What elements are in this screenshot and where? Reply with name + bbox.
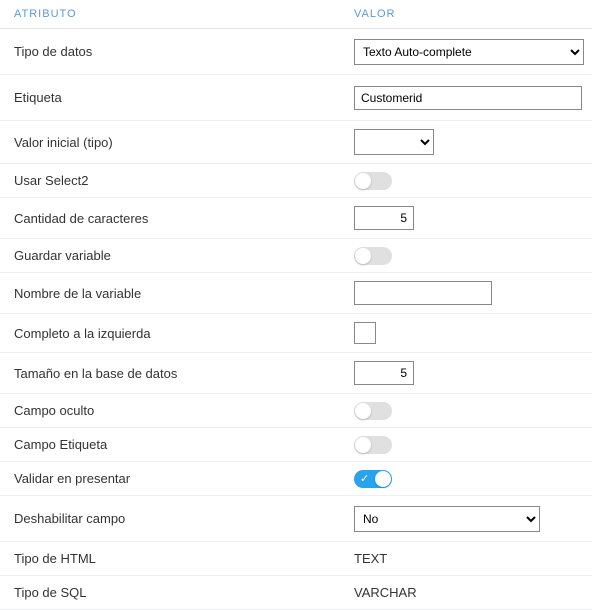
label-tamano-db: Tamaño en la base de datos (14, 366, 354, 381)
row-cant-chars: Cantidad de caracteres (0, 198, 592, 239)
completo-izq-input[interactable] (354, 322, 376, 344)
check-icon: ✓ (360, 472, 369, 486)
row-valor-inicial: Valor inicial (tipo) (0, 121, 592, 164)
row-completo-izq: Completo a la izquierda (0, 314, 592, 353)
label-campo-oculto: Campo oculto (14, 403, 354, 418)
label-completo-izq: Completo a la izquierda (14, 326, 354, 341)
campo-etiqueta-toggle[interactable] (354, 436, 392, 454)
label-deshabilitar: Deshabilitar campo (14, 511, 354, 526)
header-value: VALOR (354, 8, 578, 20)
row-tamano-db: Tamaño en la base de datos (0, 353, 592, 394)
attributes-table: ATRIBUTO VALOR Tipo de datos Texto Auto-… (0, 0, 592, 610)
label-sql-type: Tipo de SQL (14, 585, 354, 600)
row-etiqueta: Etiqueta (0, 75, 592, 121)
row-campo-etiqueta: Campo Etiqueta (0, 428, 592, 462)
deshabilitar-select[interactable]: No (354, 506, 540, 532)
label-validar: Validar en presentar (14, 471, 354, 486)
row-html-type: Tipo de HTML TEXT (0, 542, 592, 576)
label-guardar-var: Guardar variable (14, 248, 354, 263)
guardar-var-toggle[interactable] (354, 247, 392, 265)
label-html-type: Tipo de HTML (14, 551, 354, 566)
row-sql-type: Tipo de SQL VARCHAR (0, 576, 592, 610)
tamano-db-input[interactable] (354, 361, 414, 385)
label-nombre-var: Nombre de la variable (14, 286, 354, 301)
label-cant-chars: Cantidad de caracteres (14, 211, 354, 226)
html-type-value: TEXT (354, 551, 387, 566)
nombre-var-input[interactable] (354, 281, 492, 305)
select2-toggle[interactable] (354, 172, 392, 190)
label-etiqueta: Etiqueta (14, 90, 354, 105)
sql-type-value: VARCHAR (354, 585, 417, 600)
row-campo-oculto: Campo oculto (0, 394, 592, 428)
row-data-type: Tipo de datos Texto Auto-complete (0, 29, 592, 75)
label-data-type: Tipo de datos (14, 44, 354, 59)
row-guardar-var: Guardar variable (0, 239, 592, 273)
table-header: ATRIBUTO VALOR (0, 0, 592, 29)
validar-toggle[interactable]: ✓ (354, 470, 392, 488)
etiqueta-input[interactable] (354, 86, 582, 110)
label-valor-inicial: Valor inicial (tipo) (14, 135, 354, 150)
campo-oculto-toggle[interactable] (354, 402, 392, 420)
cant-chars-input[interactable] (354, 206, 414, 230)
label-campo-etiqueta: Campo Etiqueta (14, 437, 354, 452)
data-type-select[interactable]: Texto Auto-complete (354, 39, 584, 65)
row-deshabilitar: Deshabilitar campo No (0, 496, 592, 542)
header-attribute: ATRIBUTO (14, 8, 354, 20)
row-select2: Usar Select2 (0, 164, 592, 198)
row-nombre-var: Nombre de la variable (0, 273, 592, 314)
valor-inicial-select[interactable] (354, 129, 434, 155)
label-select2: Usar Select2 (14, 173, 354, 188)
row-validar: Validar en presentar ✓ (0, 462, 592, 496)
